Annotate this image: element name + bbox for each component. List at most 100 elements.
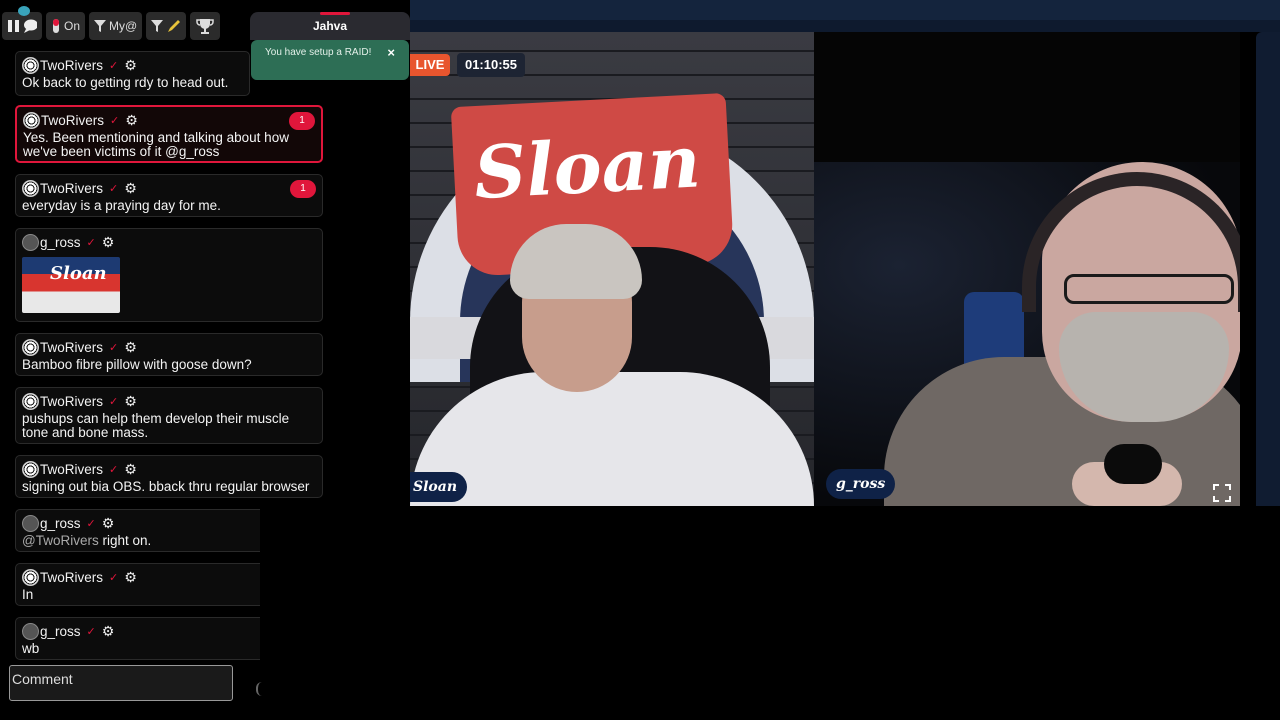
host1-nametag: Sloan — [410, 472, 468, 502]
chat-bubble-icon — [23, 19, 37, 33]
filter-icon — [94, 20, 107, 32]
comment-placeholder: Comment — [12, 671, 73, 687]
chat-message[interactable]: TwoRivers ✓ ⚙ signing out bia OBS. bback t… — [15, 455, 323, 498]
pause-chat-button[interactable] — [2, 6, 42, 40]
avatar[interactable] — [23, 111, 40, 129]
username[interactable]: TwoRivers — [40, 462, 103, 477]
chat-message[interactable]: TwoRivers ✓ ⚙ Bamboo fibre pillow with goo… — [15, 333, 323, 376]
chat-message[interactable]: g_ross ✓ ⚙ Sloan — [15, 228, 323, 322]
verified-icon: ✓ — [110, 114, 120, 127]
username[interactable]: TwoRivers — [40, 58, 103, 73]
avatar[interactable] — [22, 460, 39, 478]
avatar[interactable] — [22, 622, 39, 640]
raid-notification-text: You have setup a RAID! — [265, 47, 372, 58]
highlight-filter-button[interactable] — [146, 12, 187, 40]
avatar[interactable] — [22, 179, 39, 197]
chat-message[interactable]: TwoRivers ✓ ⚙ Ok back to getting rdy to he… — [15, 51, 250, 96]
username[interactable]: TwoRivers — [40, 570, 103, 585]
microphone — [1104, 444, 1162, 484]
verified-icon: ✓ — [109, 395, 119, 408]
gear-icon[interactable]: ⚙ — [124, 461, 137, 478]
filter-mentions-button[interactable]: My@ — [89, 12, 143, 40]
user-tab-name: Jahva — [312, 19, 348, 33]
image-thumbnail[interactable]: Sloan — [22, 257, 120, 313]
username[interactable]: g_ross — [40, 516, 81, 531]
message-text: Bamboo fibre pillow with goose down? — [22, 357, 252, 372]
gear-icon[interactable]: ⚙ — [124, 180, 137, 197]
reaction-badge[interactable]: 1 — [289, 112, 315, 130]
message-text: Ok back to getting rdy to head out. — [22, 75, 229, 90]
gear-icon[interactable]: ⚙ — [124, 57, 137, 74]
verified-icon: ✓ — [86, 517, 96, 530]
video-feed-host2[interactable] — [814, 162, 1240, 506]
chat-toolbar: On My@ — [0, 6, 221, 44]
chat-message[interactable]: g_ross ✓ ⚙ wb — [15, 617, 260, 660]
trophy-button[interactable] — [190, 12, 221, 40]
mention-link[interactable]: @TwoRivers — [22, 533, 99, 548]
filter-label: My@ — [109, 19, 138, 33]
comment-input[interactable]: Comment — [9, 665, 233, 701]
avatar[interactable] — [22, 514, 39, 532]
chat-message[interactable]: TwoRivers ✓ ⚙ everyday is a praying day fo… — [15, 174, 323, 217]
username[interactable]: TwoRivers — [41, 113, 104, 128]
message-text: In — [22, 587, 34, 602]
username[interactable]: TwoRivers — [40, 394, 103, 409]
verified-icon: ✓ — [109, 463, 119, 476]
username[interactable]: TwoRivers — [40, 340, 103, 355]
gear-icon[interactable]: ⚙ — [102, 623, 115, 640]
pause-icon — [8, 20, 19, 32]
toggle-on-button[interactable]: On — [46, 12, 86, 40]
verified-icon: ✓ — [109, 182, 119, 195]
gear-icon[interactable]: ⚙ — [102, 515, 115, 532]
message-text: wb — [22, 641, 40, 656]
username[interactable]: g_ross — [40, 235, 81, 250]
message-text: Yes. Been mentioning and talking about h… — [23, 130, 289, 159]
chat-panel: On My@ Jahva You have setup a RAID! × Tw… — [0, 0, 410, 720]
tab-indicator — [320, 12, 350, 15]
reaction-badge[interactable]: 1 — [290, 180, 316, 198]
side-panel-edge — [1256, 32, 1280, 506]
verified-icon: ✓ — [86, 236, 96, 249]
chat-message[interactable]: TwoRivers ✓ ⚙ In — [15, 563, 260, 606]
close-icon[interactable]: × — [387, 45, 395, 60]
gear-icon[interactable]: ⚙ — [124, 393, 137, 410]
toggle-label: On — [64, 19, 81, 33]
message-text: signing out bia OBS. bback thru regular … — [22, 479, 310, 494]
verified-icon: ✓ — [109, 341, 119, 354]
status-dot — [18, 6, 30, 16]
pill-icon — [53, 19, 59, 33]
message-text: pushups can help them develop their musc… — [22, 411, 290, 440]
host2-nametag: g_ross — [826, 469, 896, 499]
send-icon[interactable] — [256, 682, 262, 696]
gear-icon[interactable]: ⚙ — [102, 234, 115, 251]
video-feed-host1[interactable]: Sloan — [410, 32, 814, 506]
top-bar-lower — [410, 20, 1280, 32]
user-tab[interactable]: Jahva — [250, 12, 410, 40]
username[interactable]: TwoRivers — [40, 181, 103, 196]
chat-message[interactable]: g_ross ✓ ⚙ @TwoRivers right on. — [15, 509, 260, 552]
avatar[interactable] — [22, 233, 39, 251]
verified-icon: ✓ — [109, 59, 119, 72]
message-text: everyday is a praying day for me. — [22, 198, 221, 213]
gear-icon[interactable]: ⚙ — [125, 112, 138, 129]
gear-icon[interactable]: ⚙ — [124, 339, 137, 356]
avatar[interactable] — [22, 56, 39, 74]
verified-icon: ✓ — [86, 625, 96, 638]
fullscreen-icon[interactable] — [1213, 484, 1231, 502]
stream-timer: 01:10:55 — [457, 53, 525, 77]
message-text: right on. — [98, 533, 152, 548]
avatar[interactable] — [22, 338, 39, 356]
gear-icon[interactable]: ⚙ — [124, 569, 137, 586]
verified-icon: ✓ — [109, 571, 119, 584]
username[interactable]: g_ross — [40, 624, 81, 639]
thumbnail-sign-text: Sloan — [50, 263, 107, 284]
pencil-icon — [167, 20, 180, 32]
sign-text: Sloan — [471, 118, 703, 216]
chat-message[interactable]: TwoRivers ✓ ⚙ pushups can help them develo… — [15, 387, 323, 444]
top-bar — [410, 0, 1280, 20]
chat-message-highlighted[interactable]: TwoRivers ✓ ⚙ Yes. Been mentioning and tal… — [15, 105, 323, 163]
raid-notification: You have setup a RAID! × — [251, 40, 409, 80]
avatar[interactable] — [22, 392, 39, 410]
avatar[interactable] — [22, 568, 39, 586]
filter-icon — [151, 20, 163, 32]
